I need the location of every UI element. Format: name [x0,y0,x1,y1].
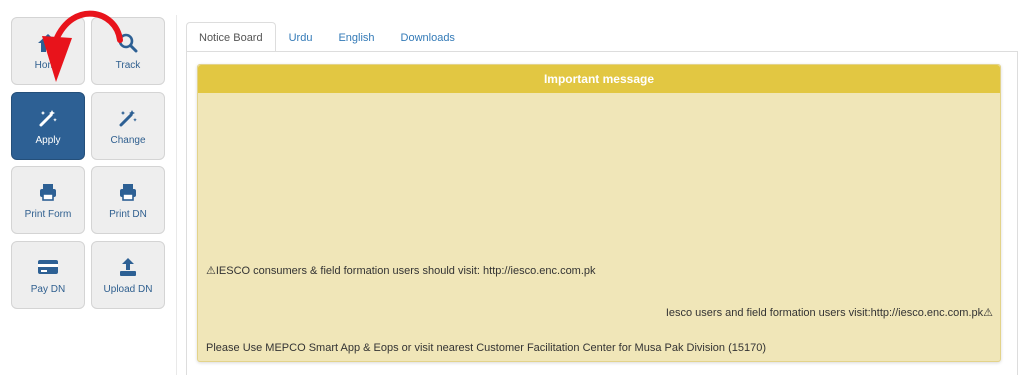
apply-tile[interactable]: Apply [11,92,85,160]
credit-card-icon [37,256,59,278]
change-tile-label: Change [110,134,146,146]
apply-tile-label: Apply [35,134,61,146]
notice-line-mepco: Please Use MEPCO Smart App & Eops or vis… [206,342,767,354]
tab-urdu[interactable]: Urdu [276,22,326,52]
print-form-tile[interactable]: Print Form [11,166,85,234]
upload-dn-tile-label: Upload DN [103,283,153,295]
tab-english[interactable]: English [325,22,387,52]
tab-bar: Notice Board Urdu English Downloads [186,22,468,52]
tab-notice-board[interactable]: Notice Board [186,22,276,52]
action-tile-grid: Home Track Apply Change Print Form Print… [0,0,176,375]
change-tile[interactable]: Change [91,92,165,160]
print-form-tile-label: Print Form [24,208,72,220]
tab-downloads[interactable]: Downloads [388,22,468,52]
notice-line-iesco-users: Iesco users and field formation users vi… [665,307,993,319]
print-dn-tile[interactable]: Print DN [91,166,165,234]
search-icon [117,32,139,54]
home-tile-label: Home [34,59,62,71]
track-tile-label: Track [115,59,141,71]
magic-wand-icon [37,107,59,129]
print-dn-tile-label: Print DN [109,208,147,220]
printer-icon [117,181,139,203]
vertical-divider [176,15,177,375]
home-icon [37,32,59,54]
important-message-panel: Important message ⚠IESCO consumers & fie… [197,64,1001,362]
magic-wand-icon [117,107,139,129]
home-tile[interactable]: Home [11,17,85,85]
panel-title: Important message [198,65,1000,93]
upload-icon [117,256,139,278]
printer-icon [37,181,59,203]
pay-dn-tile[interactable]: Pay DN [11,241,85,309]
track-tile[interactable]: Track [91,17,165,85]
upload-dn-tile[interactable]: Upload DN [91,241,165,309]
pay-dn-tile-label: Pay DN [30,283,66,295]
notice-line-iesco-consumers: ⚠IESCO consumers & field formation users… [206,265,596,277]
